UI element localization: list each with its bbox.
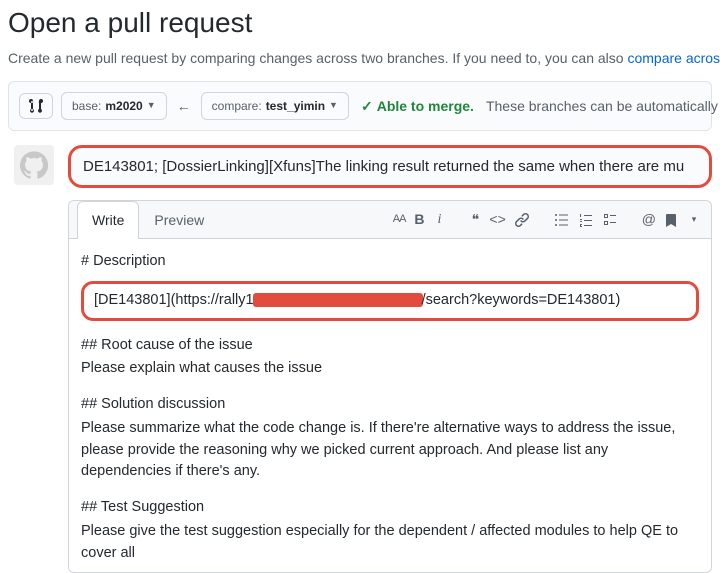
body-solution-text: Please summarize what the code change is…	[81, 418, 699, 483]
branch-compare-bar: base: m2020 ▼ ← compare: test_yimin ▼ ✓ …	[8, 81, 712, 131]
github-icon	[20, 151, 48, 179]
pr-body-textarea[interactable]: # Description [DE143801](https://rally1/…	[69, 239, 711, 572]
heading-button[interactable]: AA	[390, 209, 409, 230]
chevron-down-icon: ▼	[329, 99, 338, 113]
list-ol-icon	[578, 212, 594, 228]
chevron-down-icon: ▼	[147, 99, 156, 113]
body-heading-rootcause: ## Root cause of the issue	[81, 335, 699, 357]
git-compare-icon	[28, 98, 44, 114]
body-test-text: Please give the test suggestion especial…	[81, 521, 699, 565]
quote-button[interactable]: ❝	[466, 207, 484, 232]
tab-preview[interactable]: Preview	[139, 201, 219, 239]
saved-replies-caret[interactable]: ▾	[685, 211, 703, 229]
pr-title-input[interactable]	[68, 145, 712, 188]
arrow-left-icon: ←	[175, 96, 193, 117]
body-description-link: [DE143801](https://rally1/search?keyword…	[81, 281, 699, 321]
link-button[interactable]	[511, 210, 533, 230]
redacted-segment	[253, 293, 423, 307]
merge-status: ✓ Able to merge.	[361, 96, 474, 117]
tasklist-icon	[602, 212, 618, 228]
saved-replies-button[interactable]	[661, 210, 683, 230]
page-title: Open a pull request	[8, 2, 712, 44]
ul-button[interactable]	[551, 210, 573, 230]
page-subtitle: Create a new pull request by comparing c…	[8, 48, 712, 69]
bookmark-icon	[664, 212, 680, 228]
body-heading-test: ## Test Suggestion	[81, 497, 699, 519]
tab-write[interactable]: Write	[77, 201, 139, 239]
tasklist-button[interactable]	[599, 210, 621, 230]
merge-note: These branches can be automatically merg…	[486, 96, 720, 117]
ol-button[interactable]	[575, 210, 597, 230]
body-heading-solution: ## Solution discussion	[81, 394, 699, 416]
avatar	[14, 145, 54, 185]
check-icon: ✓	[361, 96, 373, 117]
list-ul-icon	[554, 212, 570, 228]
compare-across-forks-link[interactable]: compare across forks	[627, 50, 720, 66]
compare-swap-button[interactable]	[19, 93, 53, 119]
base-branch-selector[interactable]: base: m2020 ▼	[61, 92, 167, 120]
bold-button[interactable]: B	[410, 207, 428, 232]
body-heading-description: # Description	[81, 251, 699, 273]
code-button[interactable]: <>	[486, 207, 508, 232]
compare-branch-selector[interactable]: compare: test_yimin ▼	[201, 92, 349, 120]
body-rootcause-text: Please explain what causes the issue	[81, 358, 699, 380]
editor: Write Preview AA B i ❝ <>	[68, 200, 712, 573]
italic-button[interactable]: i	[430, 207, 448, 232]
link-icon	[514, 212, 530, 228]
md-toolbar: AA B i ❝ <>	[376, 207, 703, 232]
mention-button[interactable]: @	[639, 207, 659, 232]
